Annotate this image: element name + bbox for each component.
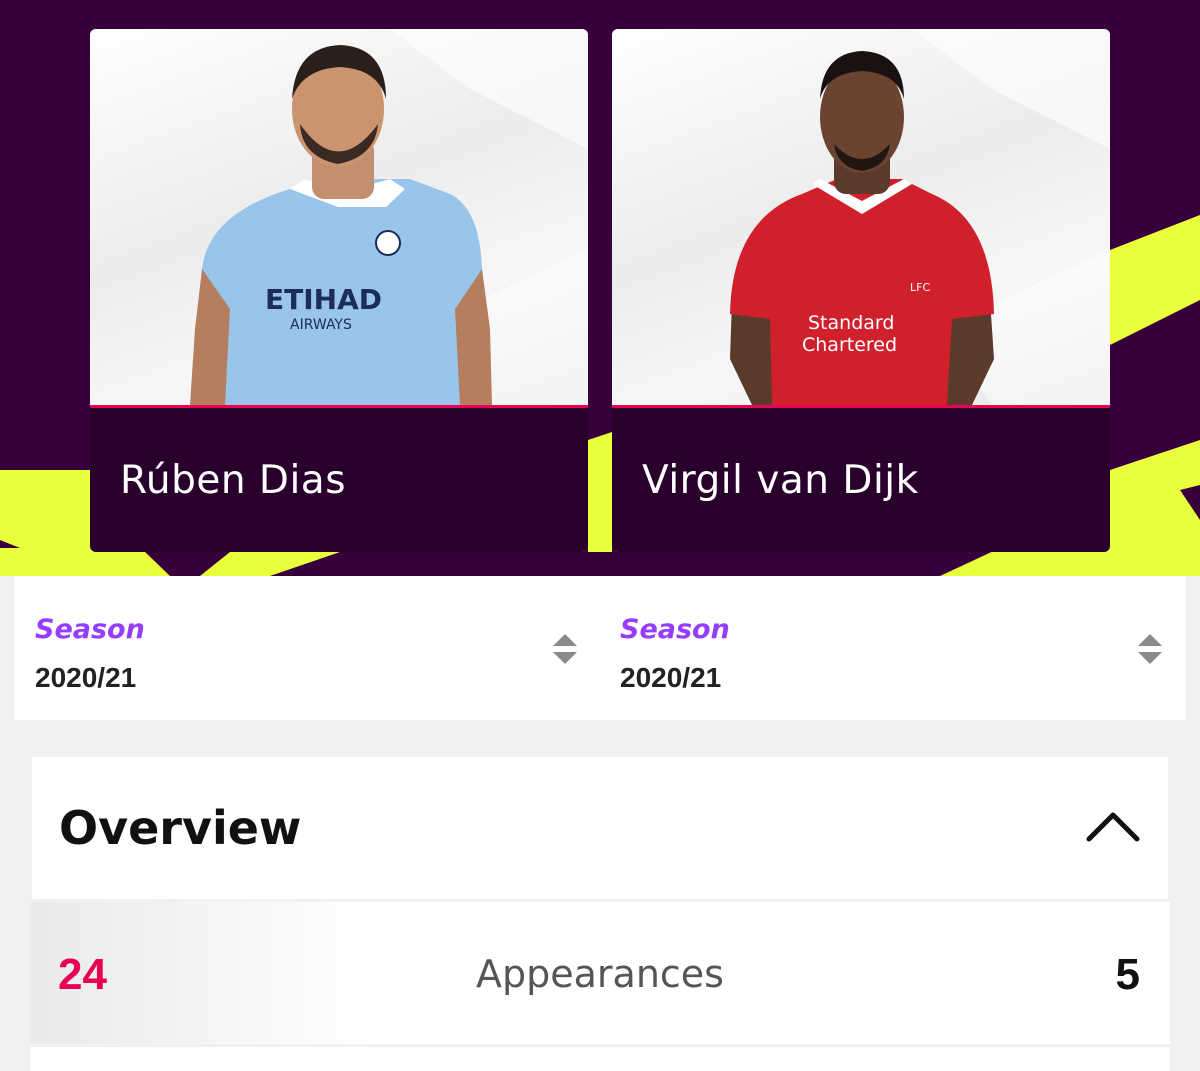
- sort-arrows-icon[interactable]: [1137, 632, 1163, 666]
- stat-row-next: [30, 1047, 1170, 1071]
- svg-text:Chartered: Chartered: [802, 334, 897, 356]
- season-select-player-1[interactable]: Season 2020/21: [35, 576, 595, 720]
- player-card-virgil-van-dijk[interactable]: Standard Chartered LFC Virgil van Dijk: [612, 29, 1110, 552]
- player-photo: Standard Chartered LFC: [612, 29, 1110, 405]
- season-label: Season: [35, 614, 145, 645]
- player-silhouette-man-city: ETIHAD AIRWAYS: [190, 29, 588, 405]
- season-selector-row: Season 2020/21 Season 2020/21: [14, 576, 1186, 720]
- stat-label: Appearances: [476, 952, 724, 996]
- season-value: 2020/21: [35, 662, 137, 693]
- player-photo: ETIHAD AIRWAYS: [90, 29, 588, 405]
- season-label: Season: [620, 614, 730, 645]
- stat-row-appearances: 24 Appearances 5: [30, 902, 1170, 1044]
- season-select-player-2[interactable]: Season 2020/21: [620, 576, 1180, 720]
- svg-text:LFC: LFC: [910, 281, 930, 294]
- chevron-up-icon[interactable]: [1086, 809, 1140, 843]
- player-silhouette-liverpool: Standard Chartered LFC: [730, 29, 1110, 405]
- player-name-bar: Rúben Dias: [90, 408, 588, 552]
- player-hero-header: ETIHAD AIRWAYS Rúben Dias Standard Chart…: [0, 0, 1200, 576]
- overview-title: Overview: [59, 801, 302, 855]
- player-card-ruben-dias[interactable]: ETIHAD AIRWAYS Rúben Dias: [90, 29, 588, 552]
- season-value: 2020/21: [620, 662, 722, 693]
- player-name-bar: Virgil van Dijk: [612, 408, 1110, 552]
- player-name: Rúben Dias: [120, 458, 347, 503]
- svg-text:ETIHAD: ETIHAD: [265, 283, 382, 316]
- overview-section-header[interactable]: Overview: [32, 757, 1168, 899]
- player-name: Virgil van Dijk: [642, 458, 919, 503]
- sort-arrows-icon[interactable]: [552, 632, 578, 666]
- svg-text:Standard: Standard: [808, 312, 894, 334]
- svg-text:AIRWAYS: AIRWAYS: [290, 317, 352, 333]
- player-2-stat-value: 5: [1115, 950, 1140, 999]
